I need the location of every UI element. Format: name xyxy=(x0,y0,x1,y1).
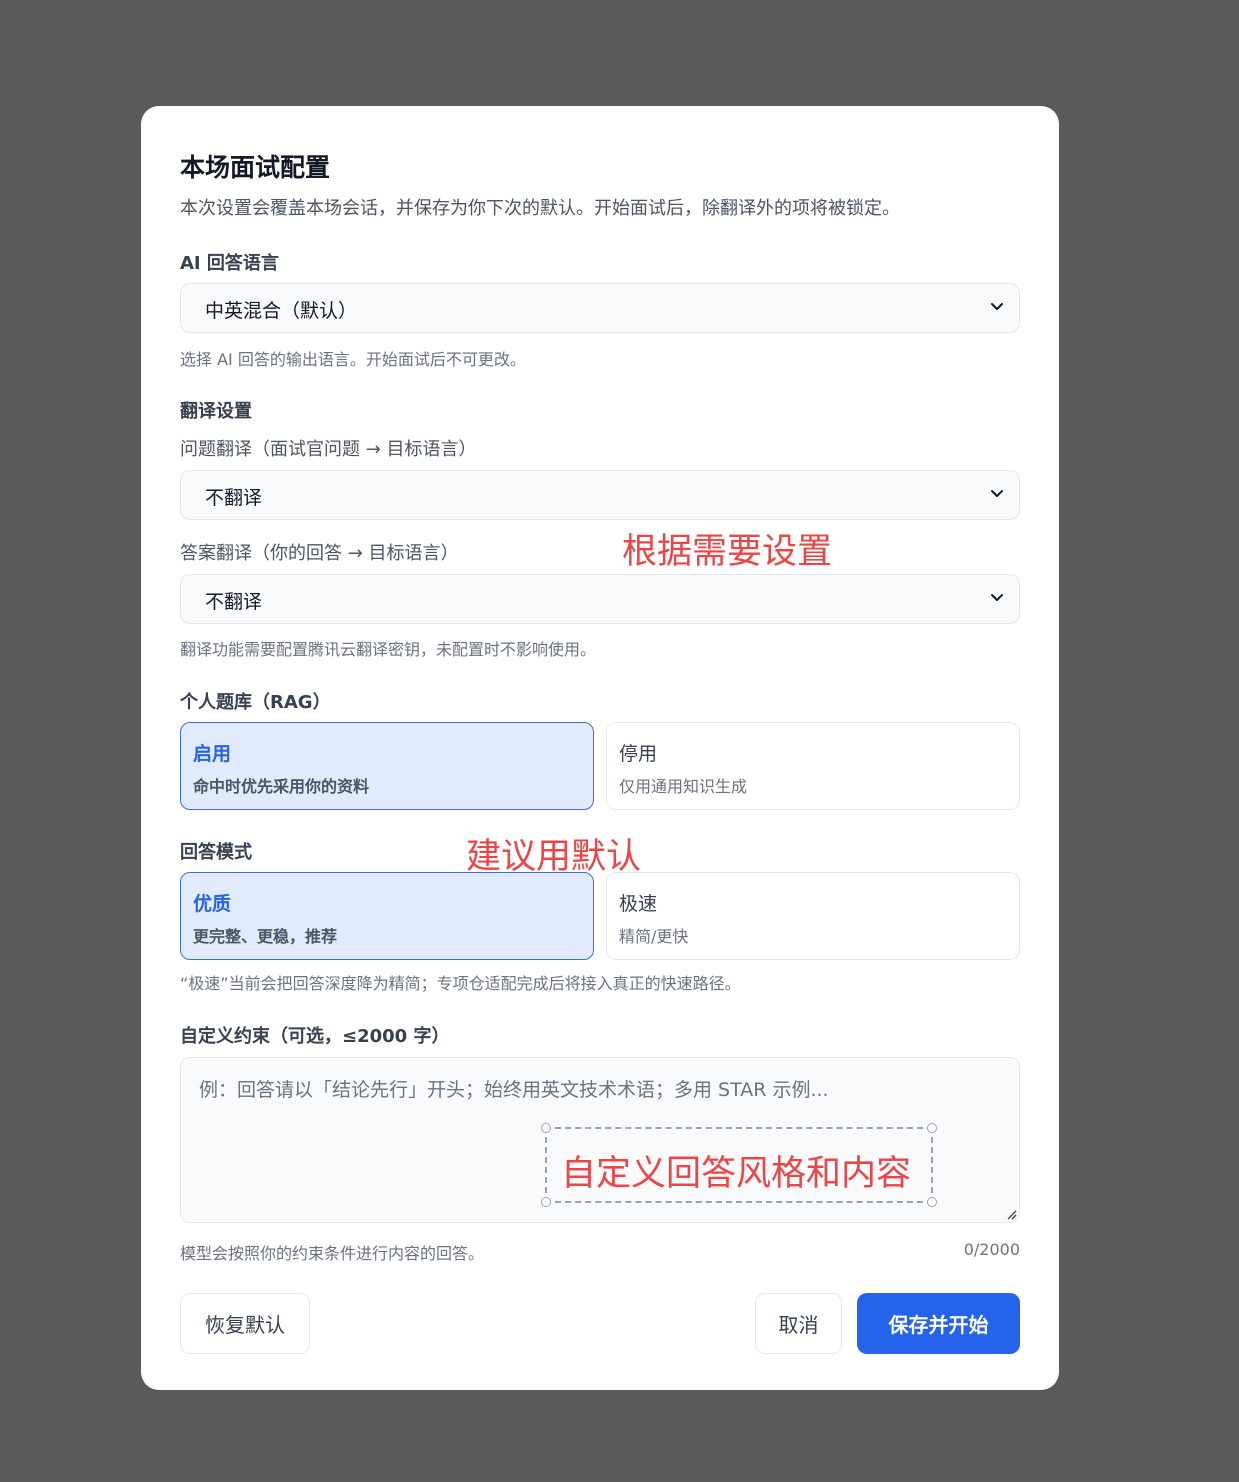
chevron-down-icon xyxy=(991,490,1003,497)
interview-config-dialog: 本场面试配置 本次设置会覆盖本场会话，并保存为你下次的默认。开始面试后，除翻译外… xyxy=(141,106,1059,1390)
mode-option-quality[interactable]: 优质 更完整、更稳，推荐 xyxy=(180,872,594,960)
constraints-label: 自定义约束（可选，≤2000 字） xyxy=(180,1026,450,1047)
mode-option-fast[interactable]: 极速 精简/更快 xyxy=(606,872,1020,960)
translation-hint: 翻译功能需要配置腾讯云翻译密钥，未配置时不影响使用。 xyxy=(180,640,597,659)
constraints-placeholder: 例：回答请以「结论先行」开头；始终用英文技术术语；多用 STAR 示例... xyxy=(199,1079,829,1101)
cancel-button[interactable]: 取消 xyxy=(755,1293,842,1354)
constraints-hint: 模型会按照你的约束条件进行内容的回答。 xyxy=(180,1244,485,1263)
question-translation-select[interactable]: 不翻译 xyxy=(180,470,1020,520)
annotation-constraints-note: 自定义回答风格和内容 xyxy=(561,1154,912,1194)
annotation-translation-note: 根据需要设置 xyxy=(622,532,833,572)
dialog-subtitle: 本次设置会覆盖本场会话，并保存为你下次的默认。开始面试后，除翻译外的项将被锁定。 xyxy=(180,198,900,219)
mode-option-fast-title: 极速 xyxy=(619,893,658,915)
frame-handle xyxy=(927,1123,937,1133)
reset-defaults-button[interactable]: 恢复默认 xyxy=(180,1293,310,1354)
answer-translation-select[interactable]: 不翻译 xyxy=(180,574,1020,624)
rag-option-disable[interactable]: 停用 仅用通用知识生成 xyxy=(606,722,1020,810)
annotation-frame: 自定义回答风格和内容 xyxy=(541,1123,937,1207)
answer-translation-label: 答案翻译（你的回答 → 目标语言） xyxy=(180,543,459,564)
translation-label: 翻译设置 xyxy=(180,401,252,422)
mode-option-fast-desc: 精简/更快 xyxy=(619,927,689,946)
ai-language-value: 中英混合（默认） xyxy=(205,300,358,322)
frame-handle xyxy=(541,1123,551,1133)
constraints-char-count: 0/2000 xyxy=(963,1240,1020,1259)
ai-language-select[interactable]: 中英混合（默认） xyxy=(180,283,1020,333)
resize-handle-icon[interactable] xyxy=(1005,1208,1017,1220)
question-translation-value: 不翻译 xyxy=(205,487,263,509)
rag-label: 个人题库（RAG） xyxy=(180,692,331,713)
mode-label: 回答模式 xyxy=(180,842,252,863)
rag-option-disable-title: 停用 xyxy=(619,743,658,765)
frame-handle xyxy=(927,1197,937,1207)
chevron-down-icon xyxy=(991,303,1003,310)
answer-translation-value: 不翻译 xyxy=(205,591,263,613)
rag-option-enable-title: 启用 xyxy=(193,743,232,765)
chevron-down-icon xyxy=(991,594,1003,601)
mode-option-quality-title: 优质 xyxy=(193,893,232,915)
save-and-start-button[interactable]: 保存并开始 xyxy=(857,1293,1020,1354)
frame-handle xyxy=(541,1197,551,1207)
mode-option-quality-desc: 更完整、更稳，推荐 xyxy=(193,927,338,946)
rag-option-disable-desc: 仅用通用知识生成 xyxy=(619,777,748,796)
dialog-title: 本场面试配置 xyxy=(180,153,331,182)
ai-language-label: AI 回答语言 xyxy=(180,253,279,274)
rag-option-enable-desc: 命中时优先采用你的资料 xyxy=(193,777,370,796)
question-translation-label: 问题翻译（面试官问题 → 目标语言） xyxy=(180,439,477,460)
rag-option-enable[interactable]: 启用 命中时优先采用你的资料 xyxy=(180,722,594,810)
ai-language-hint: 选择 AI 回答的输出语言。开始面试后不可更改。 xyxy=(180,350,526,369)
mode-hint: “极速”当前会把回答深度降为精简；专项仓适配完成后将接入真正的快速路径。 xyxy=(180,974,741,993)
